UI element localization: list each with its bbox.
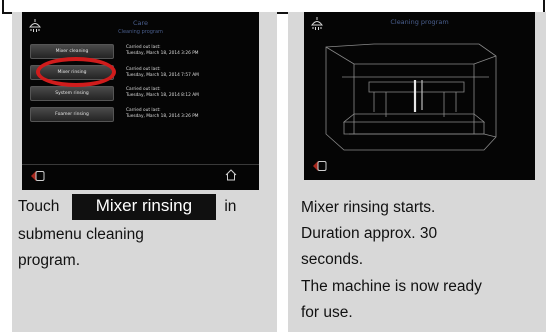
left-caption-line2: submenu cleaning xyxy=(18,226,144,243)
back-icon[interactable] xyxy=(312,159,328,173)
right-caption-line1: Mixer rinsing starts. xyxy=(301,199,436,216)
caption-text: Touch xyxy=(18,198,60,216)
carried-out-date: Tuesday, March 18, 2014 3:26 PM xyxy=(126,114,199,119)
screen-title: Cleaning program xyxy=(390,18,449,26)
carried-out-date: Tuesday, March 18, 2014 7:57 AM xyxy=(126,73,199,78)
home-icon[interactable] xyxy=(224,168,238,182)
carried-out-info: Carried out last: Tuesday, March 18, 201… xyxy=(126,45,199,57)
right-caption-line3: seconds. xyxy=(301,251,364,268)
machine-illustration xyxy=(325,43,497,151)
carried-out-date: Tuesday, March 18, 2014 3:26 PM xyxy=(126,51,199,56)
foamer-rinsing-button[interactable]: Foamer rinsing xyxy=(30,107,114,122)
caption-text: in xyxy=(224,198,237,216)
mixer-rinsing-label: Mixer rinsing xyxy=(71,194,217,220)
system-rinsing-button[interactable]: System rinsing xyxy=(30,86,114,101)
back-icon[interactable] xyxy=(30,169,46,183)
care-menu-screenshot: Care Cleaning program Mixer cleaning Mix… xyxy=(22,12,259,190)
right-caption-line4: The machine is now ready xyxy=(301,278,482,295)
cleaning-program-screenshot: Cleaning program xyxy=(304,12,535,180)
screen-title: Care xyxy=(132,19,149,27)
left-caption-line1: Touch Mixer rinsing in xyxy=(18,194,236,220)
right-caption-line5: for use. xyxy=(301,304,353,321)
screen-divider xyxy=(22,164,259,165)
screen-subtitle: Cleaning program xyxy=(118,29,163,35)
carried-out-info: Carried out last: Tuesday, March 18, 201… xyxy=(126,67,199,79)
carried-out-date: Tuesday, March 18, 2014 8:12 AM xyxy=(126,93,199,98)
carried-out-info: Carried out last: Tuesday, March 18, 201… xyxy=(126,108,199,120)
right-caption-line2: Duration approx. 30 xyxy=(301,225,438,242)
carried-out-info: Carried out last: Tuesday, March 18, 201… xyxy=(126,87,199,99)
left-caption-line3: program. xyxy=(18,252,81,269)
highlight-ring xyxy=(36,57,116,87)
